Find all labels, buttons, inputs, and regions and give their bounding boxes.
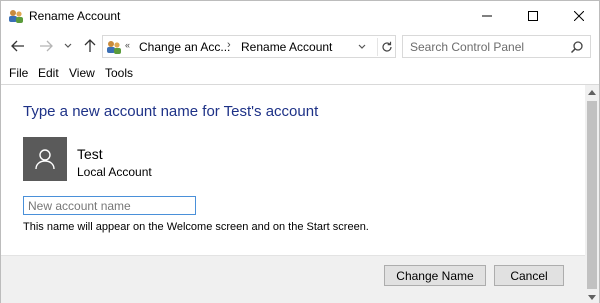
scroll-down-button[interactable]: [585, 290, 599, 303]
close-button[interactable]: [556, 1, 600, 31]
recent-locations-button[interactable]: [61, 38, 75, 54]
account-name: Test: [77, 146, 103, 162]
breadcrumb-separator[interactable]: ›: [227, 39, 231, 51]
arrow-left-icon: [11, 40, 24, 52]
user-icon: [35, 149, 55, 170]
users-icon: [107, 41, 121, 54]
refresh-button[interactable]: [377, 38, 395, 56]
page-title: Type a new account name for Test's accou…: [23, 103, 319, 120]
main-content: Type a new account name for Test's accou…: [1, 84, 585, 303]
close-icon: [574, 11, 584, 21]
chevron-down-icon: [358, 44, 366, 49]
new-account-name-input[interactable]: [23, 196, 196, 215]
address-bar[interactable]: « Change an Acc... › Rename Account: [102, 35, 396, 58]
arrow-up-icon: [84, 39, 96, 52]
search-icon[interactable]: [570, 40, 584, 54]
chevron-down-icon: [64, 43, 72, 48]
address-overflow-chevron[interactable]: «: [125, 40, 130, 50]
search-box[interactable]: Search Control Panel: [402, 35, 591, 58]
back-button[interactable]: [9, 38, 27, 54]
search-placeholder: Search Control Panel: [410, 40, 525, 54]
menu-edit[interactable]: Edit: [38, 66, 59, 80]
maximize-button[interactable]: [510, 1, 556, 31]
minimize-icon: [482, 15, 492, 17]
minimize-button[interactable]: [464, 1, 510, 31]
forward-button[interactable]: [37, 38, 55, 54]
change-name-button[interactable]: Change Name: [384, 265, 486, 286]
scroll-up-button[interactable]: [585, 85, 599, 99]
hint-text: This name will appear on the Welcome scr…: [23, 221, 369, 233]
account-type: Local Account: [77, 165, 152, 179]
breadcrumb-change-account[interactable]: Change an Acc...: [139, 40, 230, 54]
cancel-button[interactable]: Cancel: [494, 265, 564, 286]
menu-bar: File Edit View Tools: [1, 63, 599, 83]
menu-view[interactable]: View: [69, 66, 95, 80]
caret-down-icon: [588, 294, 596, 300]
breadcrumb-rename-account[interactable]: Rename Account: [241, 40, 332, 54]
caret-up-icon: [588, 89, 596, 95]
rename-account-window: Rename Account « Change an Acc... › Rena…: [0, 0, 600, 303]
button-bar: Change Name Cancel: [1, 255, 585, 303]
menu-tools[interactable]: Tools: [105, 66, 133, 80]
menu-file[interactable]: File: [9, 66, 28, 80]
window-title: Rename Account: [29, 9, 121, 23]
address-dropdown-button[interactable]: [355, 40, 369, 54]
refresh-icon: [381, 41, 392, 52]
avatar: [23, 137, 67, 181]
maximize-icon: [528, 11, 538, 21]
navigation-bar: « Change an Acc... › Rename Account Sear…: [1, 31, 599, 61]
users-icon: [9, 10, 23, 23]
up-button[interactable]: [81, 38, 99, 54]
title-bar: Rename Account: [1, 1, 599, 31]
vertical-scrollbar[interactable]: [585, 84, 599, 303]
arrow-right-icon: [40, 40, 53, 52]
scrollbar-thumb[interactable]: [587, 101, 597, 289]
